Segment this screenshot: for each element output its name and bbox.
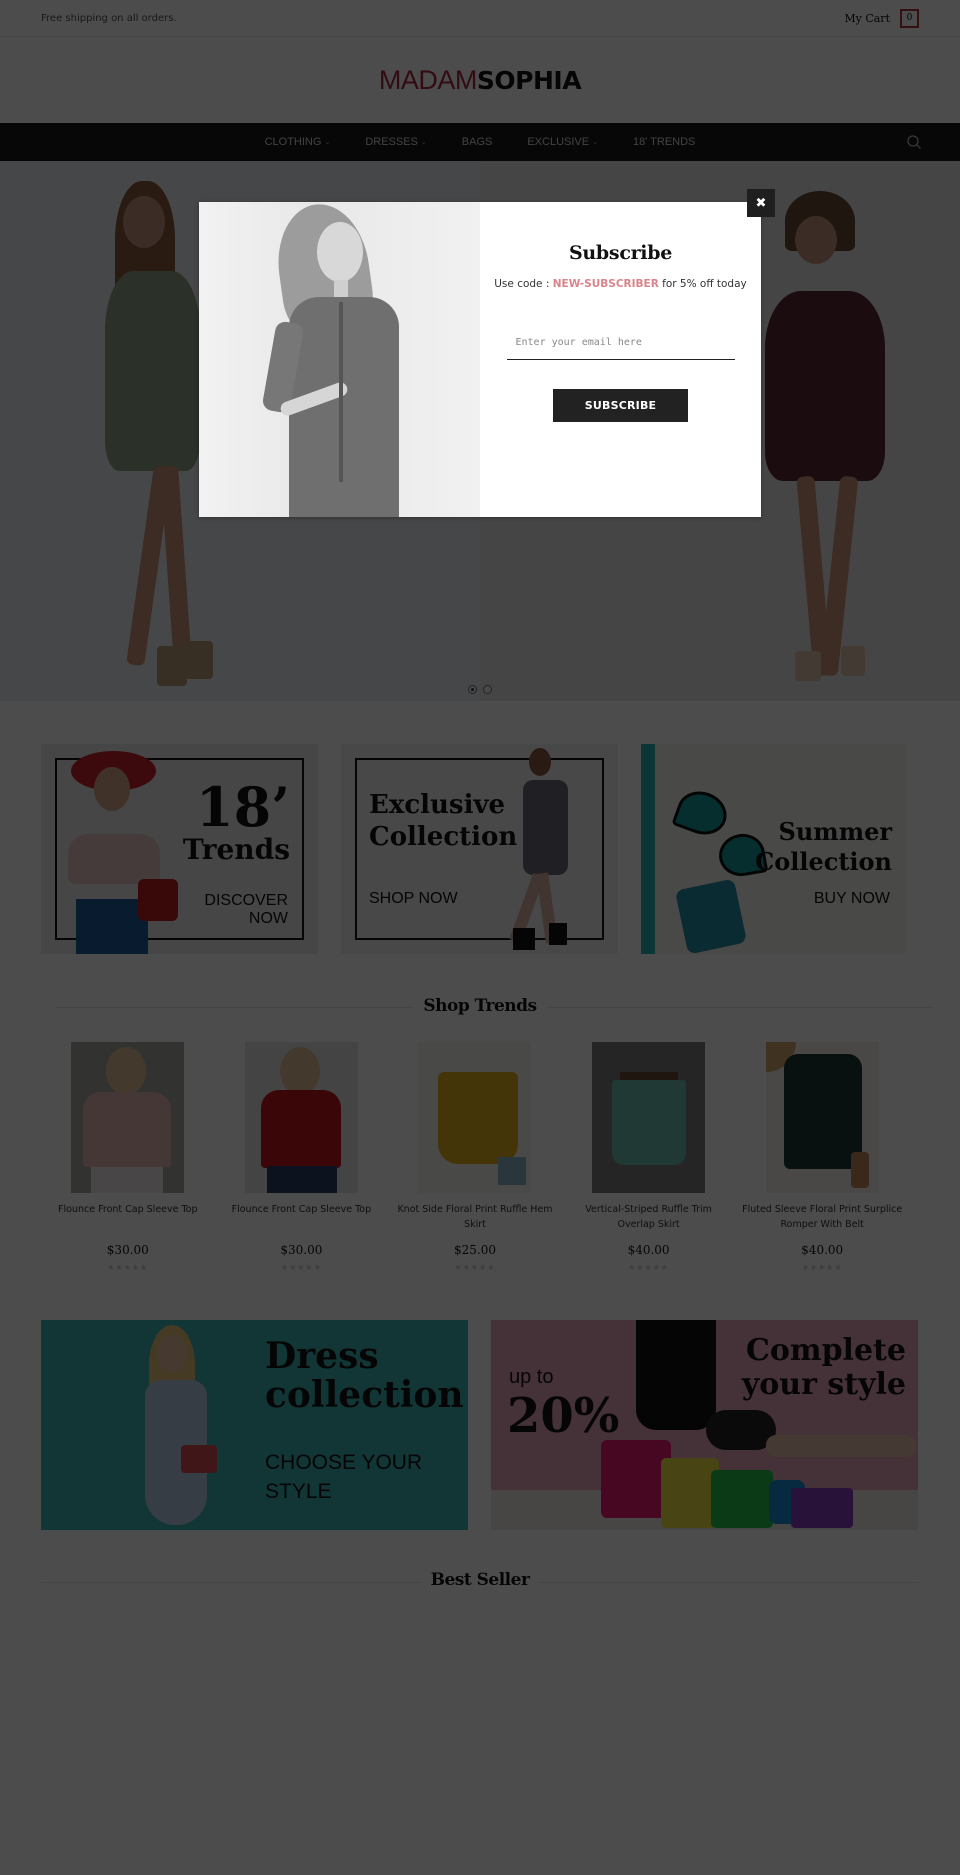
subscribe-button[interactable]: SUBSCRIBE — [553, 389, 688, 422]
email-field-wrapper — [506, 330, 735, 360]
modal-model — [239, 202, 439, 517]
desc-prefix: Use code : — [494, 278, 553, 290]
modal-description: Use code : NEW-SUBSCRIBER for 5% off tod… — [480, 278, 761, 290]
subscribe-modal: Subscribe Use code : NEW-SUBSCRIBER for … — [199, 202, 761, 517]
modal-body: Subscribe Use code : NEW-SUBSCRIBER for … — [480, 202, 761, 517]
email-input[interactable] — [515, 337, 735, 348]
desc-suffix: for 5% off today — [658, 278, 747, 290]
close-icon: ✖ — [755, 195, 767, 211]
modal-title: Subscribe — [569, 242, 672, 264]
close-modal-button[interactable]: ✖ — [747, 189, 775, 217]
modal-image — [199, 202, 480, 517]
promo-code: NEW-SUBSCRIBER — [552, 278, 659, 290]
